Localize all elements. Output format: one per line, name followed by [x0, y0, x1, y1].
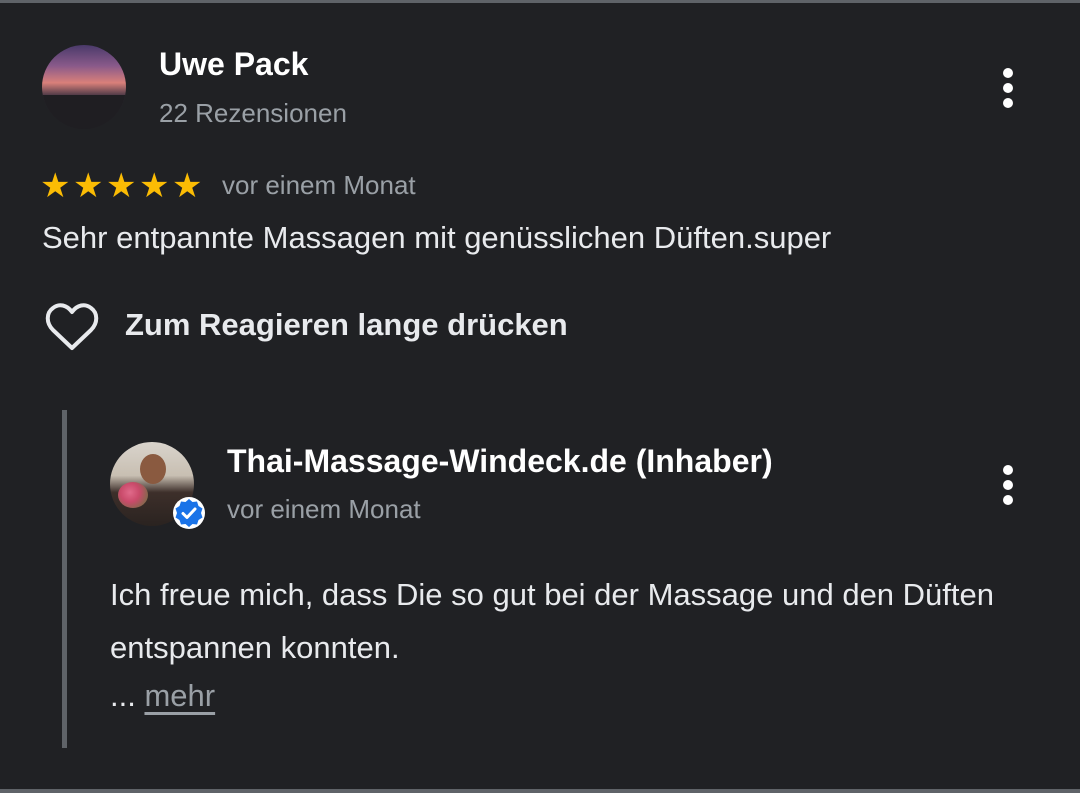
avatar-landscape	[42, 95, 126, 129]
menu-dot	[1003, 83, 1013, 93]
menu-dot	[1003, 465, 1013, 475]
star-icon: ★	[139, 166, 170, 206]
heart-outline-icon[interactable]	[44, 301, 100, 353]
reply-text: Ich freue mich, dass Die so gut bei der …	[110, 577, 994, 665]
reply-date: vor einem Monat	[227, 494, 421, 524]
menu-dot	[1003, 495, 1013, 505]
more-options-icon[interactable]	[996, 68, 1020, 108]
bottom-divider	[0, 789, 1080, 793]
top-divider	[0, 0, 1080, 3]
review-text: Sehr entpannte Massagen mit genüsslichen…	[42, 220, 832, 255]
star-rating: ★ ★ ★ ★ ★	[40, 168, 205, 204]
menu-dot	[1003, 68, 1013, 78]
avatar-flowers	[118, 482, 148, 508]
star-icon: ★	[73, 166, 104, 206]
menu-dot	[1003, 98, 1013, 108]
reply-thread-line	[62, 410, 67, 748]
menu-dot	[1003, 480, 1013, 490]
star-icon: ★	[106, 166, 137, 206]
reply-more-options-icon[interactable]	[996, 465, 1020, 505]
verified-badge-icon	[173, 497, 205, 529]
ellipsis: ...	[110, 678, 136, 713]
avatar-person	[140, 454, 166, 484]
star-icon: ★	[172, 166, 203, 206]
owner-name[interactable]: Thai-Massage-Windeck.de (Inhaber)	[227, 443, 773, 480]
reviewer-name[interactable]: Uwe Pack	[159, 46, 308, 83]
read-more-row: ... mehr	[110, 678, 215, 714]
react-button[interactable]: Zum Reagieren lange drücken	[125, 307, 568, 343]
read-more-link[interactable]: mehr	[144, 678, 215, 713]
review-date: vor einem Monat	[222, 170, 416, 200]
reviewer-avatar[interactable]	[42, 45, 126, 129]
review-count[interactable]: 22 Rezensionen	[159, 98, 347, 129]
star-icon: ★	[40, 166, 71, 206]
